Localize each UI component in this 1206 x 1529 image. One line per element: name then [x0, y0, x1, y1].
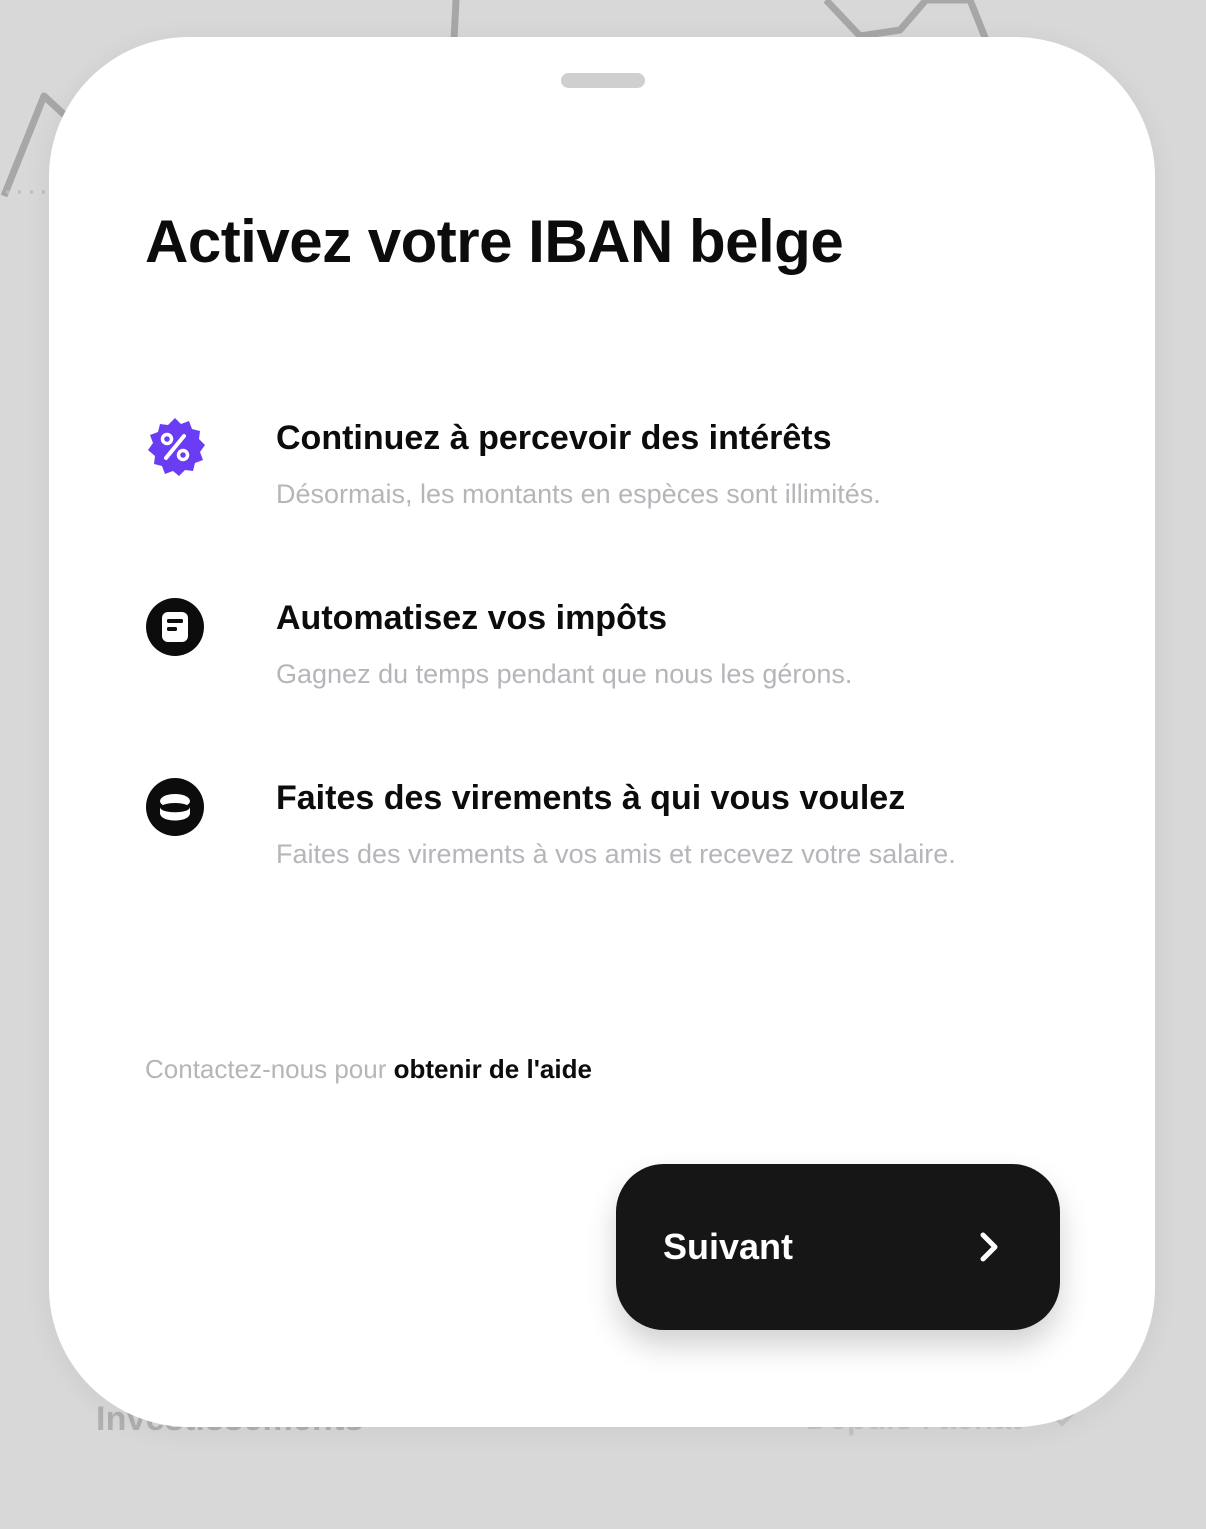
next-button[interactable]: Suivant [616, 1164, 1060, 1330]
feature-description: Désormais, les montants en espèces sont … [276, 479, 881, 509]
feature-item-transfers: Faites des virements à qui vous voulez F… [145, 777, 1105, 897]
feature-item-taxes: Automatisez vos impôts Gagnez du temps p… [145, 597, 1105, 717]
feature-title: Automatisez vos impôts [276, 599, 668, 637]
percent-badge-icon [145, 417, 205, 477]
feature-item-interest: Continuez à percevoir des intérêts Désor… [145, 417, 1105, 537]
help-text: Contactez-nous pour obtenir de l'aide [145, 1054, 592, 1085]
bottom-sheet: Activez votre IBAN belge Continuez à per… [49, 37, 1155, 1427]
sheet-title: Activez votre IBAN belge [145, 208, 844, 275]
coin-stack-icon [145, 777, 205, 837]
feature-description: Faites des virements à vos amis et recev… [276, 839, 956, 869]
feature-description: Gagnez du temps pendant que nous les gér… [276, 659, 853, 689]
chevron-right-icon [980, 1232, 998, 1262]
next-button-label: Suivant [663, 1226, 794, 1267]
document-circle-icon [145, 597, 205, 657]
help-prefix: Contactez-nous pour [145, 1054, 394, 1084]
feature-title: Faites des virements à qui vous voulez [276, 779, 906, 817]
sheet-grabber-handle[interactable] [561, 73, 645, 88]
feature-title: Continuez à percevoir des intérêts [276, 419, 832, 457]
help-link[interactable]: obtenir de l'aide [394, 1054, 592, 1084]
